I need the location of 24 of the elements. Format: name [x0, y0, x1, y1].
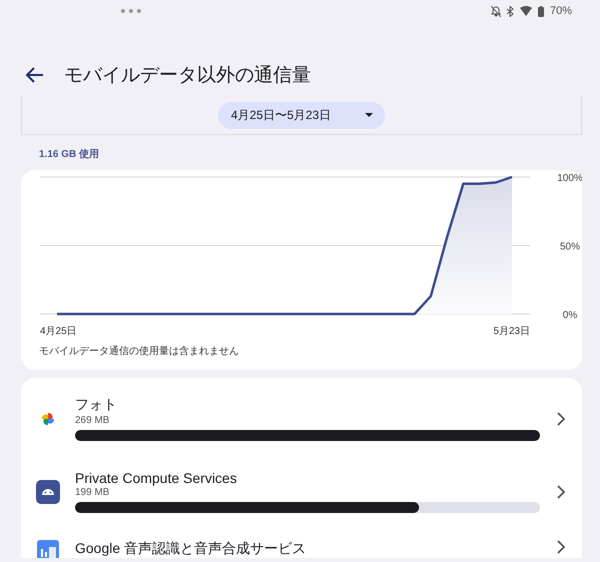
bell-off-icon — [490, 6, 501, 16]
app-name: フォト — [75, 396, 118, 414]
dropdown-icon — [365, 113, 374, 117]
x-tick-label: 4月25日 — [40, 326, 77, 337]
date-range-dropdown[interactable]: 4月25日〜5月23日 — [218, 102, 386, 128]
battery-icon — [538, 6, 544, 16]
y-tick-label: 50% — [560, 242, 580, 252]
y-tick-label: 0% — [562, 310, 578, 321]
total-usage: 1.16 GB 使用 — [39, 148, 100, 161]
app-name: Google 音声認識と音声合成サービス — [75, 540, 308, 558]
data-usage: 199 MB — [75, 487, 110, 498]
x-tick-label: 5月23日 — [493, 326, 530, 337]
battery-percent: 70% — [550, 5, 572, 17]
page-title: モバイルデータ以外の通信量 — [64, 64, 311, 88]
chevron-right-icon[interactable] — [557, 484, 565, 498]
chevron-right-icon[interactable] — [557, 412, 565, 426]
bluetooth-icon — [506, 6, 514, 16]
chart-note: モバイルデータ通信の使用量は含まれません — [39, 344, 240, 358]
data-usage: 269 MB — [75, 415, 110, 426]
more-icon — [120, 8, 142, 14]
android-icon — [36, 480, 60, 504]
app-name: Private Compute Services — [75, 470, 238, 486]
back-icon[interactable] — [26, 67, 44, 83]
wifi-icon — [520, 6, 532, 16]
